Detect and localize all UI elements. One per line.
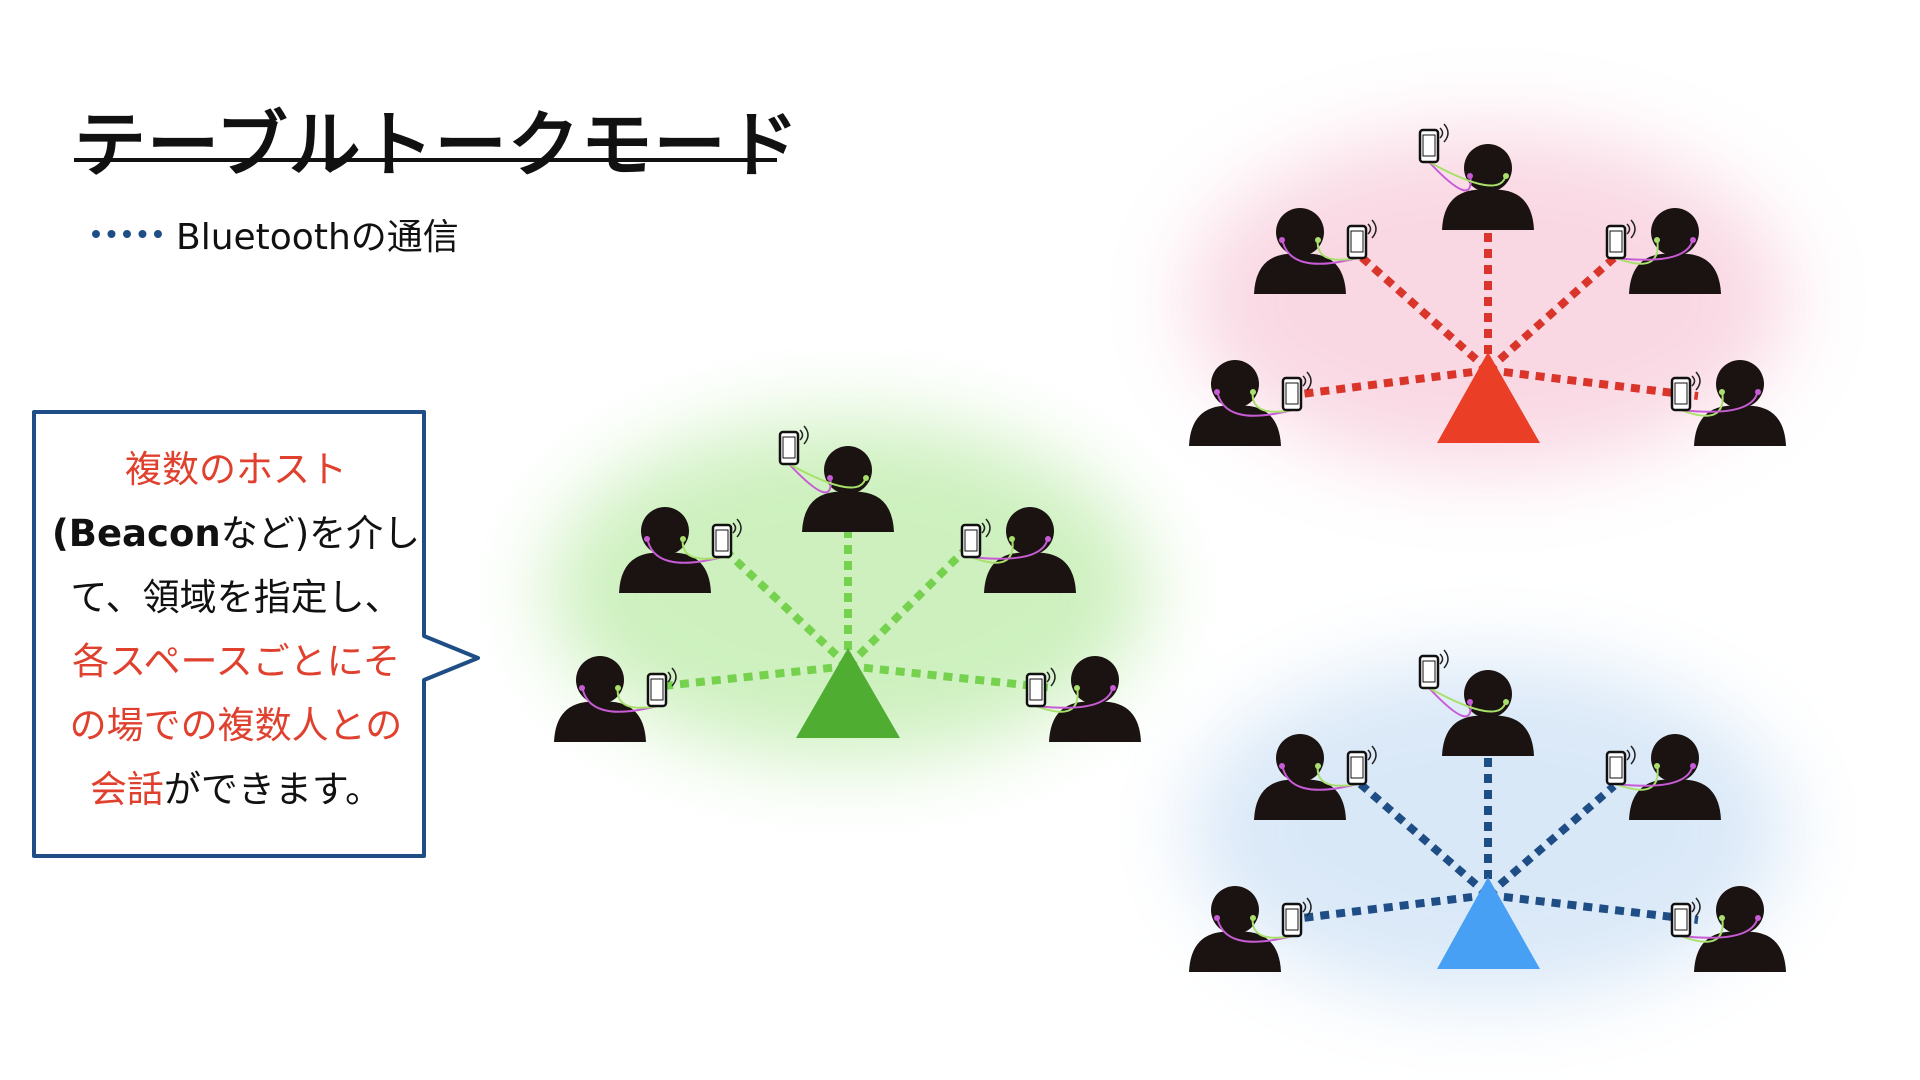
callout-text: 複数のホスト (Beaconなど)を介し て、領域を指定し、 各スペースごとにそ… bbox=[36, 438, 436, 822]
callout-line-5: の場での複数人との bbox=[69, 704, 403, 747]
callout-line-6-rest: ができます。 bbox=[163, 768, 383, 811]
callout-line-3: て、領域を指定し、 bbox=[70, 576, 402, 619]
callout-line-1: 複数のホスト bbox=[125, 448, 347, 491]
callout-kaiwa: 会話 bbox=[89, 768, 164, 811]
callout-beacon-text: (Beacon bbox=[51, 512, 221, 555]
callout-line-4: 各スペースごとにそ bbox=[72, 640, 400, 683]
callout-line-2: (Beaconなど)を介し bbox=[36, 502, 436, 566]
callout-line-2-rest: など)を介し bbox=[220, 512, 421, 555]
callout-line-6: 会話ができます。 bbox=[36, 758, 436, 822]
